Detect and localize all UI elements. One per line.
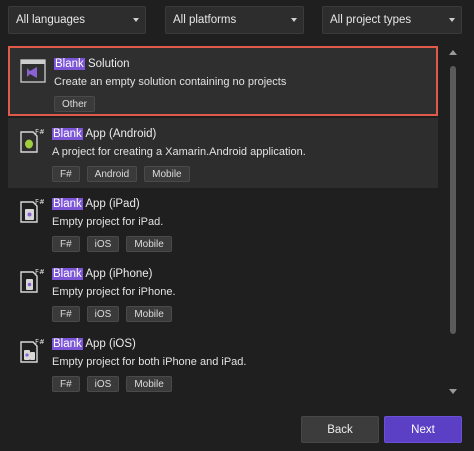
- template-title: Blank App (iPhone): [52, 268, 152, 280]
- back-button[interactable]: Back: [301, 416, 379, 443]
- next-button[interactable]: Next: [384, 416, 462, 443]
- fsharp-iphone-project-icon: F#: [20, 268, 44, 293]
- search-match: Blank: [52, 128, 83, 140]
- project-type-filter-dropdown[interactable]: All project types: [322, 6, 462, 34]
- svg-text:F#: F#: [35, 198, 44, 206]
- template-description: Empty project for both iPhone and iPad.: [52, 356, 247, 368]
- platform-filter-value: All platforms: [173, 14, 237, 26]
- template-tags: F# iOS Mobile: [52, 376, 172, 392]
- chevron-down-icon: [449, 18, 455, 22]
- tag-ios: iOS: [86, 306, 120, 322]
- tag-mobile: Mobile: [126, 306, 172, 322]
- template-description: Create an empty solution containing no p…: [54, 76, 287, 88]
- template-item-blank-app-ios[interactable]: F# Blank App (iOS) Empty project for bot…: [8, 328, 438, 396]
- tag-ios: iOS: [86, 236, 120, 252]
- template-title: Blank App (iPad): [52, 198, 140, 210]
- tag-android: Android: [86, 166, 138, 182]
- svg-text:F#: F#: [35, 338, 44, 346]
- language-filter-value: All languages: [16, 14, 86, 26]
- template-title: Blank App (Android): [52, 128, 156, 140]
- chevron-down-icon: [133, 18, 139, 22]
- fsharp-android-project-icon: F#: [20, 128, 44, 153]
- chevron-down-icon: [291, 18, 297, 22]
- template-title-rest: App (iOS): [82, 338, 136, 350]
- template-item-blank-app-android[interactable]: F# Blank App (Android) A project for cre…: [8, 118, 438, 188]
- template-item-blank-solution[interactable]: Blank Solution Create an empty solution …: [8, 46, 438, 116]
- fsharp-ipad-project-icon: F#: [20, 198, 44, 223]
- tag-fsharp: F#: [52, 236, 80, 252]
- vertical-scrollbar[interactable]: [446, 46, 460, 398]
- scrollbar-thumb[interactable]: [450, 66, 456, 334]
- tag-mobile: Mobile: [126, 236, 172, 252]
- tag-fsharp: F#: [52, 376, 80, 392]
- template-tags: Other: [54, 96, 96, 112]
- tag-fsharp: F#: [52, 166, 80, 182]
- scroll-down-arrow-icon[interactable]: [449, 389, 457, 394]
- template-tags: F# Android Mobile: [52, 166, 190, 182]
- fsharp-ios-project-icon: F#: [20, 338, 44, 363]
- tag-other: Other: [54, 96, 96, 112]
- search-match: Blank: [52, 338, 83, 350]
- template-tags: F# iOS Mobile: [52, 306, 172, 322]
- project-type-filter-value: All project types: [330, 14, 412, 26]
- template-title: Blank App (iOS): [52, 338, 136, 350]
- svg-text:F#: F#: [35, 268, 44, 276]
- search-match: Blank: [54, 58, 85, 70]
- template-title-rest: App (Android): [82, 128, 157, 140]
- tag-fsharp: F#: [52, 306, 80, 322]
- template-item-blank-app-iphone[interactable]: F# Blank App (iPhone) Empty project for …: [8, 258, 438, 328]
- template-description: Empty project for iPad.: [52, 216, 164, 228]
- template-description: A project for creating a Xamarin.Android…: [52, 146, 306, 158]
- project-template-list: Blank Solution Create an empty solution …: [8, 46, 438, 396]
- platform-filter-dropdown[interactable]: All platforms: [165, 6, 304, 34]
- search-match: Blank: [52, 268, 83, 280]
- template-item-blank-app-ipad[interactable]: F# Blank App (iPad) Empty project for iP…: [8, 188, 438, 258]
- language-filter-dropdown[interactable]: All languages: [8, 6, 146, 34]
- template-title-rest: Solution: [84, 58, 130, 70]
- visual-studio-solution-icon: [20, 59, 46, 83]
- scroll-up-arrow-icon[interactable]: [449, 50, 457, 55]
- tag-mobile: Mobile: [126, 376, 172, 392]
- tag-ios: iOS: [86, 376, 120, 392]
- template-tags: F# iOS Mobile: [52, 236, 172, 252]
- template-title: Blank Solution: [54, 58, 130, 70]
- template-title-rest: App (iPad): [82, 198, 140, 210]
- template-title-rest: App (iPhone): [82, 268, 153, 280]
- template-description: Empty project for iPhone.: [52, 286, 176, 298]
- tag-mobile: Mobile: [144, 166, 190, 182]
- svg-text:F#: F#: [35, 128, 44, 136]
- search-match: Blank: [52, 198, 83, 210]
